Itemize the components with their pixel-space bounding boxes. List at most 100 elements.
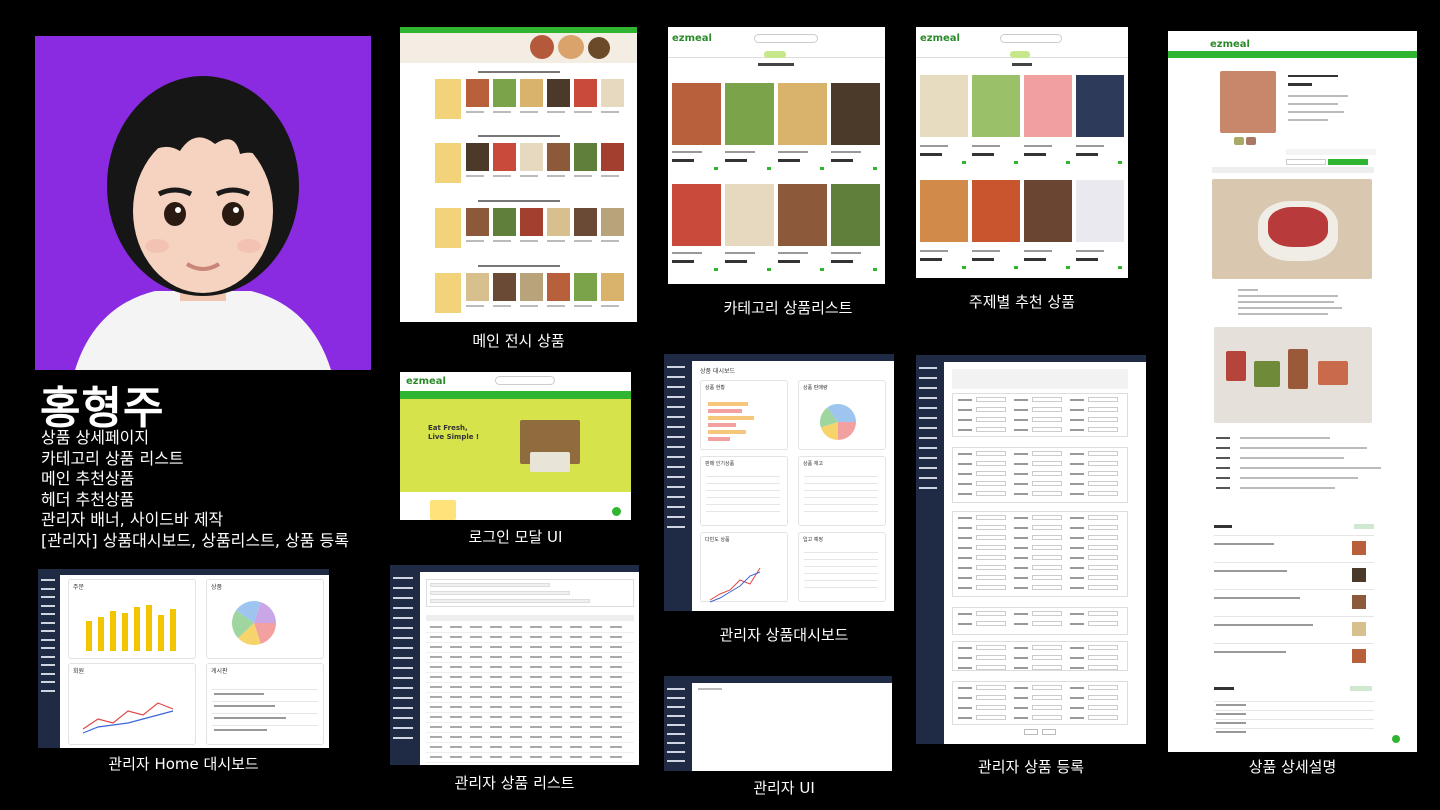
table-cell xyxy=(450,696,462,698)
divider xyxy=(1214,589,1374,590)
table-cell xyxy=(610,756,622,758)
product-thumb xyxy=(466,143,489,171)
table-cell xyxy=(450,726,462,728)
table-cell xyxy=(570,726,582,728)
table-cell xyxy=(550,736,562,738)
caption-theme-recommend: 주제별 추천 상품 xyxy=(968,293,1076,311)
form-label xyxy=(958,717,972,719)
cart-icon xyxy=(873,167,877,170)
product-label xyxy=(601,240,619,242)
pie-slice xyxy=(838,422,856,440)
table-cell xyxy=(550,746,562,748)
table-cell xyxy=(510,696,522,698)
table-cell xyxy=(510,626,522,628)
table-row xyxy=(804,587,878,588)
table-cell xyxy=(450,626,462,628)
table-cell xyxy=(430,666,442,668)
form-label xyxy=(1070,429,1084,431)
form-label xyxy=(1014,453,1028,455)
product-price xyxy=(1076,153,1098,156)
table-cell xyxy=(530,746,542,748)
product-name xyxy=(831,252,861,254)
qna-text xyxy=(1216,722,1246,724)
product-label xyxy=(466,240,484,242)
form-label xyxy=(1070,613,1084,615)
product-price xyxy=(1024,153,1046,156)
form-input xyxy=(1088,525,1118,530)
table-row xyxy=(804,476,878,477)
table-cell xyxy=(490,746,502,748)
list-title xyxy=(1012,63,1032,66)
table-row xyxy=(804,559,878,560)
table-cell xyxy=(530,636,542,638)
spec-value xyxy=(1240,437,1330,439)
form-input xyxy=(1032,695,1062,700)
table-cell xyxy=(430,706,442,708)
banner-card xyxy=(435,143,461,183)
form-label xyxy=(1070,517,1084,519)
sidebar-item xyxy=(919,447,937,449)
form-label xyxy=(958,557,972,559)
table-cell xyxy=(450,756,462,758)
sidebar-item xyxy=(667,724,685,726)
form-label xyxy=(1014,409,1028,411)
form-label xyxy=(1070,547,1084,549)
brand-logo: ezmeal xyxy=(1210,39,1250,50)
form-label xyxy=(1014,567,1028,569)
save-button xyxy=(1024,729,1038,735)
table-cell xyxy=(570,676,582,678)
form-input xyxy=(1032,555,1062,560)
table-cell xyxy=(530,686,542,688)
review-heading xyxy=(1214,525,1232,528)
form-label xyxy=(1070,473,1084,475)
section-heading xyxy=(478,200,560,202)
product-price xyxy=(672,260,694,263)
sidebar-item xyxy=(667,396,685,398)
banner-card xyxy=(435,273,461,313)
form-input xyxy=(1032,621,1062,626)
spec-value xyxy=(1240,467,1381,469)
product-label xyxy=(601,175,619,177)
role-item: 메인 추천상품 xyxy=(41,469,135,488)
table-cell xyxy=(450,686,462,688)
divider xyxy=(212,701,318,702)
product-thumb xyxy=(831,83,880,145)
table-row xyxy=(426,722,634,723)
table-row xyxy=(426,732,634,733)
table-cell xyxy=(510,726,522,728)
product-label xyxy=(520,111,538,113)
product-name xyxy=(778,151,808,153)
product-thumb xyxy=(520,208,543,236)
table-cell xyxy=(610,646,622,648)
sidebar-item xyxy=(41,587,55,590)
product-thumb xyxy=(601,273,624,301)
sidebar-item xyxy=(919,417,937,419)
order-bar-chart xyxy=(86,605,176,651)
table-cell xyxy=(430,676,442,678)
table-cell xyxy=(550,686,562,688)
table-cell xyxy=(430,716,442,718)
series-line xyxy=(709,567,761,601)
form-input xyxy=(976,645,1006,650)
table-cell xyxy=(510,716,522,718)
form-label xyxy=(1014,657,1028,659)
product-price xyxy=(725,159,747,162)
product-label xyxy=(493,240,511,242)
sidebar-item xyxy=(393,707,413,709)
section-heading xyxy=(478,71,560,73)
form-input xyxy=(976,575,1006,580)
sidebar-item xyxy=(667,476,685,478)
form-input xyxy=(976,461,1006,466)
cart-icon xyxy=(820,167,824,170)
dashboard-card-title: 상품 판매량 xyxy=(803,385,828,391)
cancel-button xyxy=(1042,729,1056,735)
role-list: 상품 상세페이지 카테고리 상품 리스트 메인 추천상품 헤더 추천상품 관리자… xyxy=(41,428,349,551)
sidebar-item xyxy=(919,467,937,469)
form-label xyxy=(1014,613,1028,615)
table-cell xyxy=(610,656,622,658)
form-label xyxy=(958,687,972,689)
table-cell xyxy=(550,716,562,718)
product-thumb xyxy=(725,184,774,246)
form-label xyxy=(958,697,972,699)
sidebar-item xyxy=(393,627,413,629)
